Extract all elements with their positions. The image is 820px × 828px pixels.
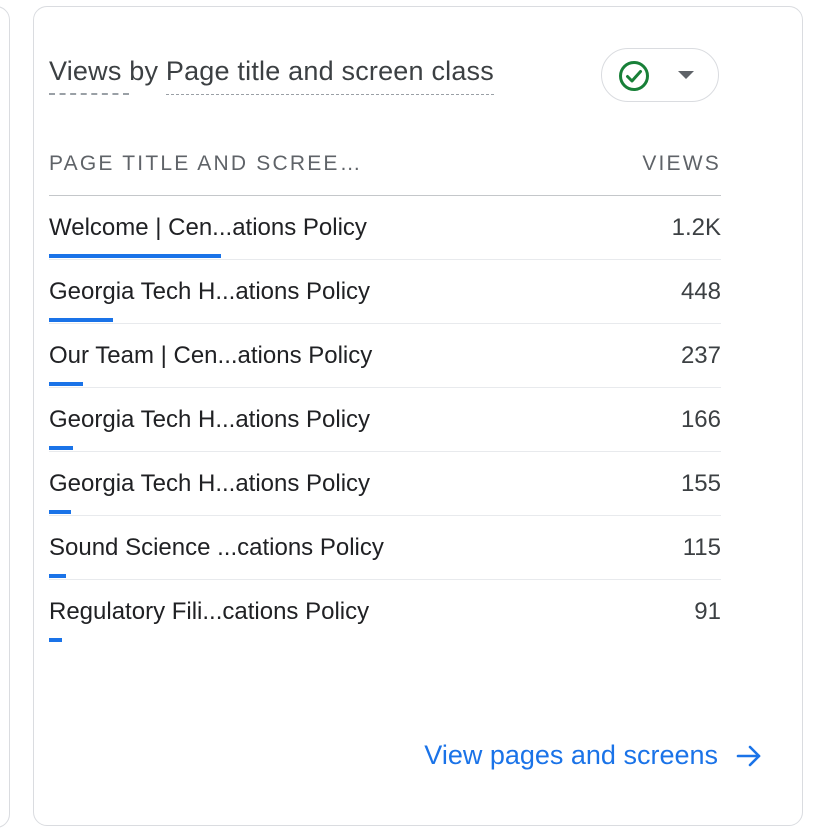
table-row[interactable]: Georgia Tech H...ations Policy 448 — [49, 260, 721, 324]
views-share-bar — [49, 638, 62, 642]
page-title-cell: Regulatory Fili...cations Policy — [49, 598, 370, 625]
views-cell: 237 — [680, 342, 721, 369]
views-share-bar — [49, 254, 221, 258]
table-body: Welcome | Cen...ations Policy 1.2K Georg… — [49, 196, 721, 644]
table-row[interactable]: Sound Science ...cations Policy 115 — [49, 516, 721, 580]
card-title: Views by Page title and screen class — [49, 56, 495, 95]
caret-down-icon — [678, 71, 694, 79]
metric-selector[interactable]: Views — [49, 56, 129, 95]
page-title-cell: Welcome | Cen...ations Policy — [49, 214, 367, 241]
views-cell: 155 — [680, 470, 721, 497]
page-title-cell: Sound Science ...cations Policy — [49, 534, 384, 561]
views-cell: 115 — [682, 534, 721, 561]
views-share-bar — [49, 574, 66, 578]
page-title-cell: Georgia Tech H...ations Policy — [49, 470, 371, 497]
views-cell: 166 — [680, 406, 721, 433]
arrow-right-icon — [736, 743, 762, 769]
views-cell: 1.2K — [671, 214, 721, 241]
page-title-cell: Our Team | Cen...ations Policy — [49, 342, 373, 369]
views-share-bar — [49, 318, 113, 322]
title-connector: by — [121, 56, 166, 86]
views-cell: 448 — [680, 278, 721, 305]
views-cell: 91 — [694, 598, 721, 625]
table-row[interactable]: Welcome | Cen...ations Policy 1.2K — [49, 196, 721, 260]
views-share-bar — [49, 446, 73, 450]
table-row[interactable]: Regulatory Fili...cations Policy 91 — [49, 580, 721, 644]
table-row[interactable]: Our Team | Cen...ations Policy 237 — [49, 324, 721, 388]
dimension-column-header[interactable]: PAGE TITLE AND SCREE… — [49, 152, 363, 176]
views-column-header[interactable]: VIEWS — [642, 152, 721, 176]
dimension-selector[interactable]: Page title and screen class — [165, 56, 495, 95]
table-row[interactable]: Georgia Tech H...ations Policy 155 — [49, 452, 721, 516]
link-label: View pages and screens — [424, 740, 718, 770]
adjacent-card-edge — [0, 6, 10, 828]
views-share-bar — [49, 510, 71, 514]
comparison-dropdown-button[interactable] — [601, 48, 719, 102]
table-row[interactable]: Georgia Tech H...ations Policy 166 — [49, 388, 721, 452]
views-share-bar — [49, 382, 83, 386]
check-circle-icon — [618, 60, 650, 97]
page-title-cell: Georgia Tech H...ations Policy — [49, 406, 371, 433]
page-title-cell: Georgia Tech H...ations Policy — [49, 278, 371, 305]
view-pages-and-screens-link[interactable]: View pages and screens — [424, 740, 762, 771]
